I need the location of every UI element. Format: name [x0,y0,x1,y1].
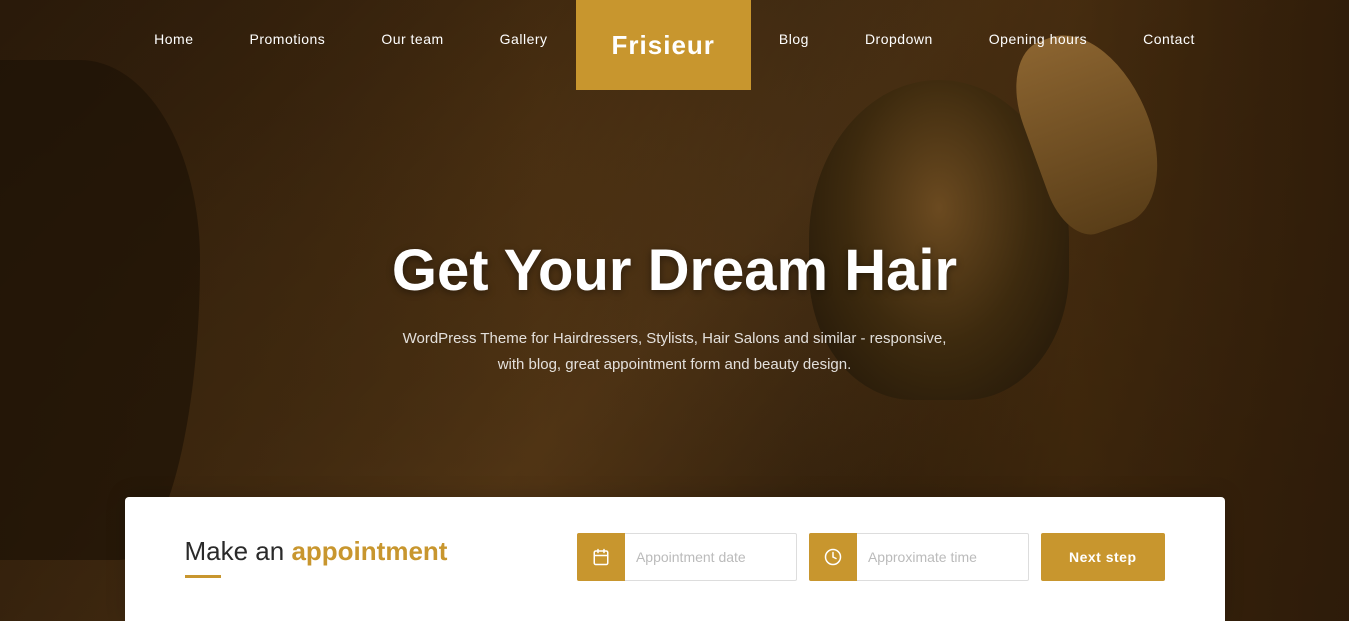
nav-link-dropdown[interactable]: Dropdown [837,31,961,47]
logo-text: Frisieur [612,30,715,61]
appointment-section: Make an appointment Next step [125,497,1225,621]
next-step-button[interactable]: Next step [1041,533,1165,581]
nav-item-dropdown[interactable]: Dropdown [837,31,961,49]
logo-box[interactable]: Frisieur [576,0,751,90]
hero-subtitle: WordPress Theme for Hairdressers, Stylis… [395,326,955,377]
appointment-heading-plain: Make an [185,536,292,566]
date-input-wrap [577,533,797,581]
nav-item-our-team[interactable]: Our team [353,31,471,49]
nav-link-home[interactable]: Home [126,31,221,47]
nav-links-right: Blog Dropdown Opening hours Contact [751,0,1223,80]
appointment-form: Next step [577,533,1165,581]
hero-left-shape [0,60,200,560]
appointment-heading-accent: appointment [291,536,447,566]
nav-links-left: Home Promotions Our team Gallery [126,0,575,80]
nav-item-blog[interactable]: Blog [751,31,837,49]
navbar: Home Promotions Our team Gallery Frisieu… [0,0,1349,80]
calendar-icon [577,533,625,581]
hero-section: Home Promotions Our team Gallery Frisieu… [0,0,1349,621]
appointment-heading-wrap: Make an appointment [185,536,448,578]
nav-item-promotions[interactable]: Promotions [222,31,354,49]
appointment-underline [185,575,221,578]
nav-item-contact[interactable]: Contact [1115,31,1223,49]
nav-link-promotions[interactable]: Promotions [222,31,354,47]
hero-title: Get Your Dream Hair [325,238,1025,302]
nav-link-contact[interactable]: Contact [1115,31,1223,47]
time-input-wrap [809,533,1029,581]
nav-link-opening-hours[interactable]: Opening hours [961,31,1115,47]
nav-link-blog[interactable]: Blog [751,31,837,47]
appointment-heading: Make an appointment [185,536,448,567]
clock-icon [809,533,857,581]
nav-item-opening-hours[interactable]: Opening hours [961,31,1115,49]
nav-item-gallery[interactable]: Gallery [472,31,576,49]
nav-link-gallery[interactable]: Gallery [472,31,576,47]
nav-link-our-team[interactable]: Our team [353,31,471,47]
nav-item-home[interactable]: Home [126,31,221,49]
hero-content: Get Your Dream Hair WordPress Theme for … [325,238,1025,377]
